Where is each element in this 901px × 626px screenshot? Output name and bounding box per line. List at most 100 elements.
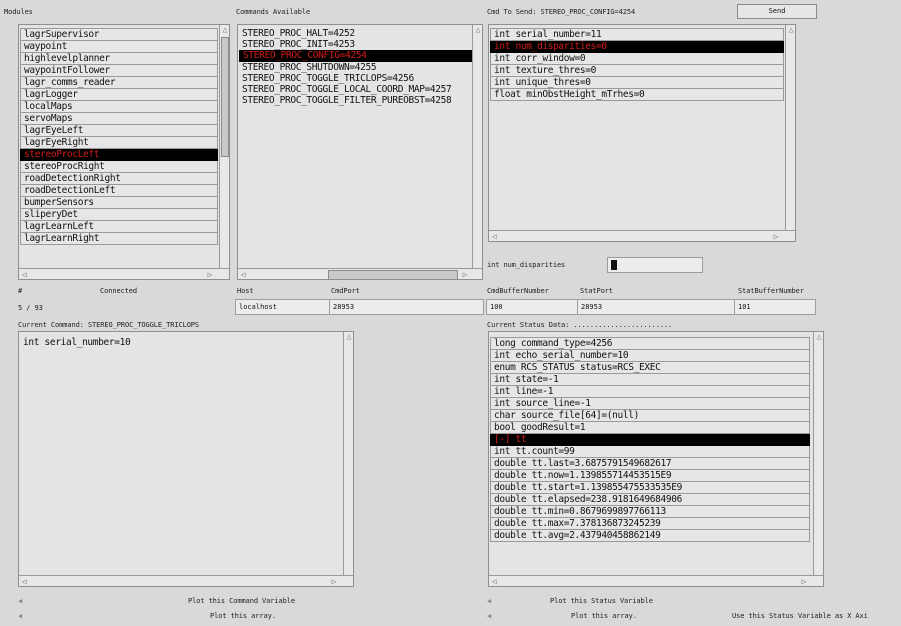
scroll-left-arrow-icon[interactable]: ◁ [19, 270, 29, 279]
scroll-up-arrow-icon[interactable]: △ [344, 332, 353, 342]
list-item[interactable]: lagrLearnLeft [20, 221, 218, 233]
scroll-left-arrow-icon[interactable]: ◁ [489, 577, 499, 586]
list-item[interactable]: servoMaps [20, 113, 218, 125]
list-item[interactable]: double tt.max=7.378136873245239 [490, 518, 810, 530]
list-item[interactable]: lagr_comms_reader [20, 77, 218, 89]
scroll-left-arrow-icon[interactable]: ◁ [489, 232, 499, 241]
scroll-right-arrow-icon[interactable]: ▷ [460, 270, 470, 279]
list-item[interactable]: roadDetectionLeft [20, 185, 218, 197]
list-item[interactable]: int source_line=-1 [490, 398, 810, 410]
col-cmdbuffer-header: CmdBufferNumber [487, 287, 549, 295]
commands-vertical-scrollbar[interactable]: △ [472, 25, 482, 269]
scroll-thumb[interactable] [221, 37, 229, 157]
list-item[interactable]: int serial_number=11 [490, 28, 784, 41]
list-item[interactable]: int texture_thres=0 [490, 65, 784, 77]
list-item[interactable]: int state=-1 [490, 374, 810, 386]
scroll-up-arrow-icon[interactable]: △ [220, 25, 229, 35]
list-item[interactable]: STEREO_PROC_SHUTDOWN=4255 [239, 62, 472, 73]
current-command-panel: int serial_number=10 △ ◁ ▷ [18, 331, 354, 587]
list-item[interactable]: roadDetectionRight [20, 173, 218, 185]
list-item[interactable]: double tt.start=1.139855475533535E9 [490, 482, 810, 494]
radio-icon[interactable]: ◀ [18, 597, 22, 605]
cmd-to-send-horizontal-scrollbar[interactable]: ◁ ▷ [489, 230, 795, 241]
statport-field[interactable]: 28953 [577, 299, 735, 315]
list-item[interactable]: int num_disparities=0 [490, 41, 784, 53]
list-item[interactable]: STEREO_PROC_INIT=4253 [239, 39, 472, 50]
list-item[interactable]: stereoProcRight [20, 161, 218, 173]
list-item[interactable]: highlevelplanner [20, 53, 218, 65]
list-item[interactable]: STEREO_PROC_CONFIG=4254 [239, 50, 472, 62]
edit-variable-input[interactable] [607, 257, 703, 273]
use-as-x-axis-button[interactable]: Use this Status Variable as X Axi [732, 612, 868, 620]
commands-horizontal-scrollbar[interactable]: ◁ ▷ [238, 268, 482, 279]
current-command-horizontal-scrollbar[interactable]: ◁ ▷ [19, 575, 353, 586]
list-item[interactable]: localMaps [20, 101, 218, 113]
list-item[interactable]: int serial_number=10 [20, 337, 340, 348]
radio-icon[interactable]: ◀ [487, 612, 491, 620]
list-item[interactable]: [-] tt [490, 434, 810, 446]
list-item[interactable]: waypoint [20, 41, 218, 53]
list-item[interactable]: lagrLogger [20, 89, 218, 101]
list-item[interactable]: double tt.last=3.6875791549682617 [490, 458, 810, 470]
scroll-up-arrow-icon[interactable]: △ [473, 25, 482, 35]
list-item[interactable]: int line=-1 [490, 386, 810, 398]
scroll-up-arrow-icon[interactable]: △ [786, 25, 795, 35]
scroll-right-arrow-icon[interactable]: ▷ [799, 577, 809, 586]
cmdbuffer-field[interactable]: 100 [486, 299, 578, 315]
col-statbuffer-header: StatBufferNumber [738, 287, 804, 295]
list-item[interactable]: float minObstHeight_mTrhes=0 [490, 89, 784, 101]
scroll-left-arrow-icon[interactable]: ◁ [238, 270, 248, 279]
list-item[interactable]: STEREO_PROC_TOGGLE_FILTER_PUREOBST=4258 [239, 95, 472, 106]
list-item[interactable]: STEREO_PROC_TOGGLE_TRICLOPS=4256 [239, 73, 472, 84]
modules-vertical-scrollbar[interactable]: △ [219, 25, 229, 269]
list-item[interactable]: int tt.count=99 [490, 446, 810, 458]
radio-icon[interactable]: ◀ [487, 597, 491, 605]
list-item[interactable]: bumperSensors [20, 197, 218, 209]
list-item[interactable]: double tt.avg=2.437940458862149 [490, 530, 810, 542]
scroll-thumb[interactable] [328, 270, 458, 279]
modules-horizontal-scrollbar[interactable]: ◁ ▷ [19, 268, 229, 279]
plot-status-variable-button[interactable]: Plot this Status Variable [550, 597, 653, 605]
list-item[interactable]: bool goodResult=1 [490, 422, 810, 434]
scroll-left-arrow-icon[interactable]: ◁ [19, 577, 29, 586]
scroll-right-arrow-icon[interactable]: ▷ [771, 232, 781, 241]
cmdport-field[interactable]: 28953 [329, 299, 484, 315]
status-horizontal-scrollbar[interactable]: ◁ ▷ [489, 575, 823, 586]
list-item[interactable]: enum RCS_STATUS status=RCS_EXEC [490, 362, 810, 374]
list-item[interactable]: double tt.now=1.139855714453515E9 [490, 470, 810, 482]
list-item[interactable]: int echo_serial_number=10 [490, 350, 810, 362]
list-item[interactable]: lagrLearnRight [20, 233, 218, 245]
scroll-up-arrow-icon[interactable]: △ [814, 332, 823, 342]
radio-icon[interactable]: ◀ [18, 612, 22, 620]
list-item[interactable]: stereoProcLeft [20, 149, 218, 161]
commands-header: Commands Available [236, 8, 311, 16]
plot-command-variable-button[interactable]: Plot this Command Variable [188, 597, 295, 605]
plot-status-array-button[interactable]: Plot this array. [571, 612, 637, 620]
host-field[interactable]: localhost [235, 299, 330, 315]
col-statport-header: StatPort [580, 287, 613, 295]
list-item[interactable]: lagrEyeLeft [20, 125, 218, 137]
list-item[interactable]: STEREO_PROC_HALT=4252 [239, 28, 472, 39]
plot-command-array-button[interactable]: Plot this array. [210, 612, 276, 620]
list-item[interactable]: double tt.elapsed=238.9181649684906 [490, 494, 810, 506]
status-vertical-scrollbar[interactable]: △ [813, 332, 823, 575]
statbuffer-field[interactable]: 101 [734, 299, 816, 315]
list-item[interactable]: sliperyDet [20, 209, 218, 221]
list-item[interactable]: STEREO_PROC_TOGGLE_LOCAL_COORD_MAP=4257 [239, 84, 472, 95]
list-item[interactable]: waypointFollower [20, 65, 218, 77]
commands-list: STEREO_PROC_HALT=4252 STEREO_PROC_INIT=42… [239, 28, 472, 106]
col-host-header: Host [237, 287, 254, 295]
list-item[interactable]: char source_file[64]=(null) [490, 410, 810, 422]
scroll-right-arrow-icon[interactable]: ▷ [205, 270, 215, 279]
send-button[interactable]: Send [737, 4, 817, 19]
list-item[interactable]: int corr_window=0 [490, 53, 784, 65]
list-item[interactable]: double tt.min=0.8679699897766113 [490, 506, 810, 518]
list-item[interactable]: lagrEyeRight [20, 137, 218, 149]
cmd-to-send-vertical-scrollbar[interactable]: △ [785, 25, 795, 230]
scroll-right-arrow-icon[interactable]: ▷ [329, 577, 339, 586]
list-item[interactable]: int unique_thres=0 [490, 77, 784, 89]
list-item[interactable]: long command_type=4256 [490, 337, 810, 350]
cmd-to-send-panel: int serial_number=11 int num_disparities=… [488, 24, 796, 242]
list-item[interactable]: lagrSupervisor [20, 28, 218, 41]
current-command-vertical-scrollbar[interactable]: △ [343, 332, 353, 575]
